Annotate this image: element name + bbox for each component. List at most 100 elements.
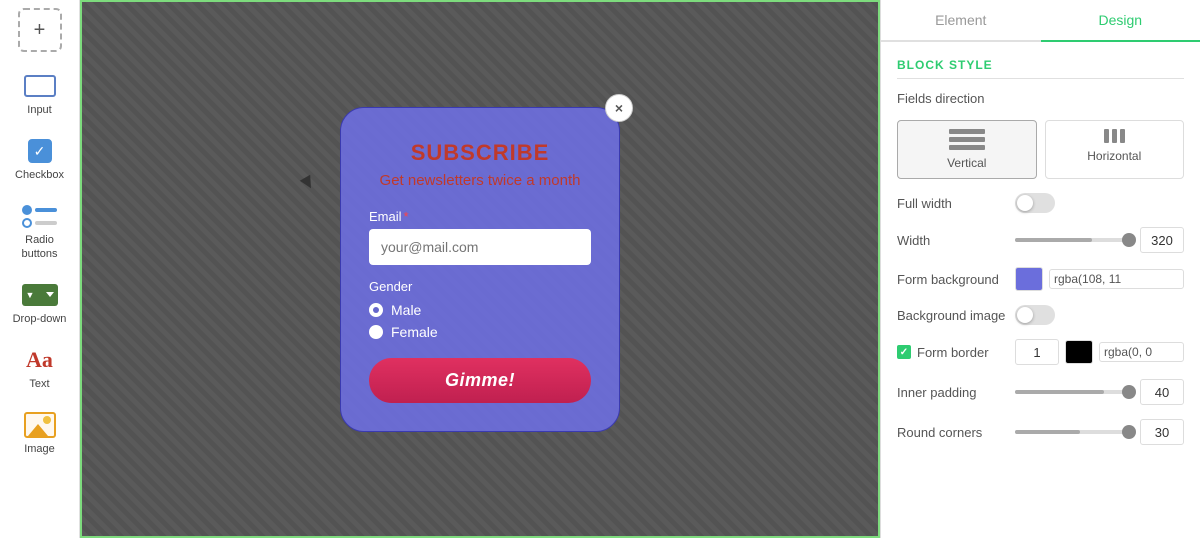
sidebar-item-text[interactable]: Aa Text [4,338,76,399]
panel-tabs: Element Design [881,0,1200,42]
form-border-control: 1 rgba(0, 0 [1015,339,1184,365]
inner-padding-thumb[interactable] [1122,385,1136,399]
dropdown-icon-box: ▼ [22,281,58,309]
radio-icon-box [22,202,58,230]
radio-female-label: Female [391,324,438,340]
sidebar-item-text-label: Text [29,378,49,391]
submit-button[interactable]: Gimme! [369,358,591,403]
gender-label: Gender [369,279,591,294]
inner-padding-value[interactable]: 40 [1140,379,1184,405]
sidebar-item-checkbox-label: Checkbox [15,169,64,182]
form-background-label: Form background [897,272,1007,287]
sidebar-item-image-label: Image [24,443,55,456]
form-background-swatch[interactable] [1015,267,1043,291]
form-background-control: rgba(108, 11 [1015,267,1184,291]
round-corners-slider[interactable] [1015,430,1134,434]
radio-female[interactable]: Female [369,324,591,340]
horizontal-direction-icon [1104,129,1125,143]
right-panel: Element Design BLOCK STYLE Fields direct… [880,0,1200,538]
text-icon-box: Aa [22,346,58,374]
dropdown-icon: ▼ [22,284,58,306]
sidebar-item-dropdown[interactable]: ▼ Drop-down [4,273,76,334]
plus-icon: + [34,19,46,42]
width-label: Width [897,233,1007,248]
toggle-knob [1017,195,1033,211]
background-image-control [1015,305,1184,325]
form-border-swatch[interactable] [1065,340,1093,364]
panel-content: BLOCK STYLE Fields direction Vertical [881,42,1200,538]
sidebar-item-radio[interactable]: Radio buttons [4,194,76,268]
close-button[interactable]: × [605,94,633,122]
cursor-pointer [300,175,316,191]
width-slider-thumb[interactable] [1122,233,1136,247]
bg-toggle-knob [1017,307,1033,323]
horizontal-direction-label: Horizontal [1087,149,1141,163]
fields-direction-label: Fields direction [897,91,1007,106]
sidebar-item-radio-label: Radio buttons [8,234,72,260]
round-corners-thumb[interactable] [1122,425,1136,439]
form-background-value[interactable]: rgba(108, 11 [1049,269,1184,289]
sidebar-item-image[interactable]: Image [4,403,76,464]
fields-direction-row: Fields direction [897,91,1184,106]
full-width-toggle[interactable] [1015,193,1055,213]
background-image-row: Background image [897,305,1184,325]
inner-padding-slider[interactable] [1015,390,1134,394]
round-corners-label: Round corners [897,425,1007,440]
sidebar-item-input-label: Input [27,104,51,117]
form-border-width[interactable]: 1 [1015,339,1059,365]
inner-padding-control: 40 [1015,379,1184,405]
round-corners-control: 30 [1015,419,1184,445]
direction-options: Vertical Horizontal [897,120,1184,179]
block-style-title: BLOCK STYLE [897,58,1184,79]
tab-design[interactable]: Design [1041,0,1200,42]
add-button[interactable]: + [18,8,62,52]
form-background-row: Form background rgba(108, 11 [897,267,1184,291]
image-icon-box [22,411,58,439]
required-star: * [404,209,409,224]
radio-female-input[interactable] [369,325,383,339]
input-icon-box [22,72,58,100]
checkbox-mark: ✓ [900,347,908,358]
full-width-label: Full width [897,196,1007,211]
inner-padding-row: Inner padding 40 [897,379,1184,405]
round-corners-value[interactable]: 30 [1140,419,1184,445]
vertical-direction-label: Vertical [947,156,986,170]
email-input[interactable] [369,229,591,265]
sidebar-item-input[interactable]: Input [4,64,76,125]
width-control: 320 [1015,227,1184,253]
sidebar-item-dropdown-label: Drop-down [13,313,67,326]
form-card: × SUBSCRIBE Get newsletters twice a mont… [340,107,620,432]
width-slider[interactable] [1015,238,1134,242]
radio-group: Male Female [369,302,591,340]
sidebar-item-checkbox[interactable]: ✓ Checkbox [4,129,76,190]
input-icon [24,75,56,97]
radio-male[interactable]: Male [369,302,591,318]
radio-icon [22,205,57,228]
tab-element[interactable]: Element [881,0,1041,40]
background-image-toggle[interactable] [1015,305,1055,325]
main-canvas[interactable]: × SUBSCRIBE Get newsletters twice a mont… [80,0,880,538]
text-icon: Aa [26,347,53,373]
checkbox-icon: ✓ [28,139,52,163]
form-border-checkbox[interactable]: ✓ [897,345,911,359]
width-value[interactable]: 320 [1140,227,1184,253]
form-title: SUBSCRIBE [369,140,591,166]
radio-male-input[interactable] [369,303,383,317]
width-row: Width 320 [897,227,1184,253]
full-width-control [1015,193,1184,213]
form-border-label: Form border [917,345,989,360]
inner-padding-label: Inner padding [897,385,1007,400]
vertical-direction-icon [949,129,985,150]
checkbox-icon-box: ✓ [22,137,58,165]
form-border-color[interactable]: rgba(0, 0 [1099,342,1184,362]
direction-vertical-option[interactable]: Vertical [897,120,1037,179]
radio-male-label: Male [391,302,421,318]
form-border-row: ✓ Form border 1 rgba(0, 0 [897,339,1184,365]
round-corners-row: Round corners 30 [897,419,1184,445]
direction-horizontal-option[interactable]: Horizontal [1045,120,1185,179]
background-image-label: Background image [897,308,1007,323]
email-label: Email* [369,209,591,224]
full-width-row: Full width [897,193,1184,213]
left-sidebar: + Input ✓ Checkbox Ra [0,0,80,538]
form-subtitle: Get newsletters twice a month [369,170,591,191]
